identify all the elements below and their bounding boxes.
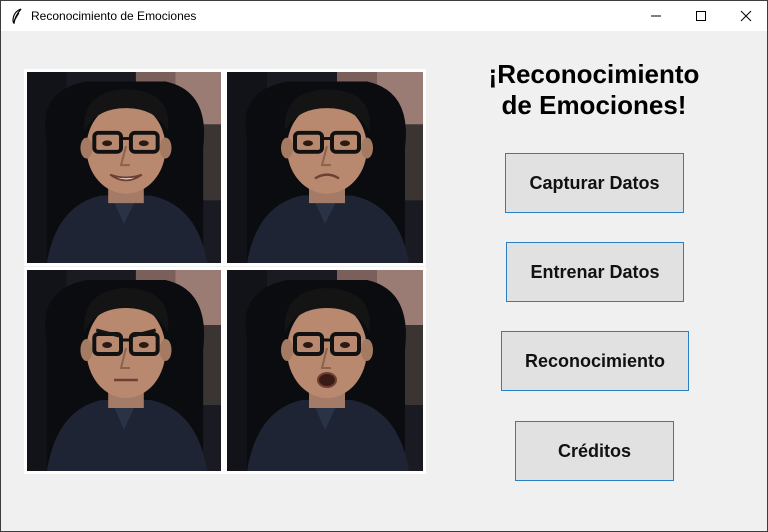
close-button[interactable] — [723, 1, 767, 31]
page-title-line2: de Emociones! — [501, 90, 687, 120]
close-icon — [740, 10, 752, 22]
page-title-line1: ¡Reconocimiento — [488, 59, 700, 89]
recognition-button[interactable]: Reconocimiento — [501, 331, 689, 391]
credits-button[interactable]: Créditos — [515, 421, 674, 481]
minimize-icon — [651, 15, 661, 17]
maximize-icon — [696, 11, 706, 21]
photo-angry — [24, 267, 224, 474]
window-title: Reconocimiento de Emociones — [31, 9, 197, 23]
photo-happy — [24, 69, 224, 266]
photo-surprised — [224, 267, 426, 474]
maximize-button[interactable] — [678, 1, 724, 31]
capture-data-button[interactable]: Capturar Datos — [505, 153, 684, 213]
page-title: ¡Reconocimiento de Emociones! — [441, 59, 747, 121]
title-bar: Reconocimiento de Emociones — [1, 1, 767, 31]
train-data-button[interactable]: Entrenar Datos — [506, 242, 684, 302]
app-window: Reconocimiento de Emociones ¡Reconocimie… — [0, 0, 768, 532]
feather-icon — [10, 8, 24, 25]
photo-sad — [224, 69, 426, 266]
minimize-button[interactable] — [633, 1, 679, 31]
